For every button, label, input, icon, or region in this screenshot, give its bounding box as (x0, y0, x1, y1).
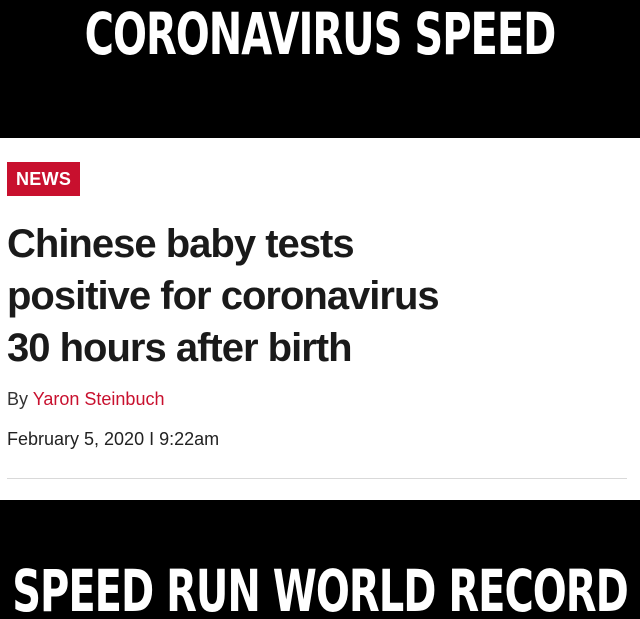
publish-date: February 5, 2020 (7, 429, 145, 449)
headline-line-1: Chinese baby tests (7, 222, 355, 266)
date-separator: I (149, 429, 155, 449)
news-article-card: NEWS Chinese baby tests positive for cor… (0, 138, 640, 500)
headline-line-2: positive for coronavirus (7, 274, 440, 318)
bottom-caption: SPEED RUN WORLD RECORD (12, 558, 629, 619)
article-headline[interactable]: Chinese baby tests positive for coronavi… (7, 218, 627, 374)
divider (7, 478, 627, 479)
author-link[interactable]: Yaron Steinbuch (33, 389, 165, 409)
byline: By Yaron Steinbuch (7, 388, 164, 410)
meme-image: CORONAVIRUS SPEED NEWS Chinese baby test… (0, 0, 640, 619)
headline-line-3: 30 hours after birth (7, 326, 353, 370)
byline-prefix: By (7, 389, 29, 409)
top-caption: CORONAVIRUS SPEED (84, 1, 557, 69)
news-category-badge[interactable]: NEWS (7, 162, 81, 196)
publish-dateline: February 5, 2020 I 9:22am (7, 428, 219, 450)
publish-time: 9:22am (159, 429, 220, 449)
